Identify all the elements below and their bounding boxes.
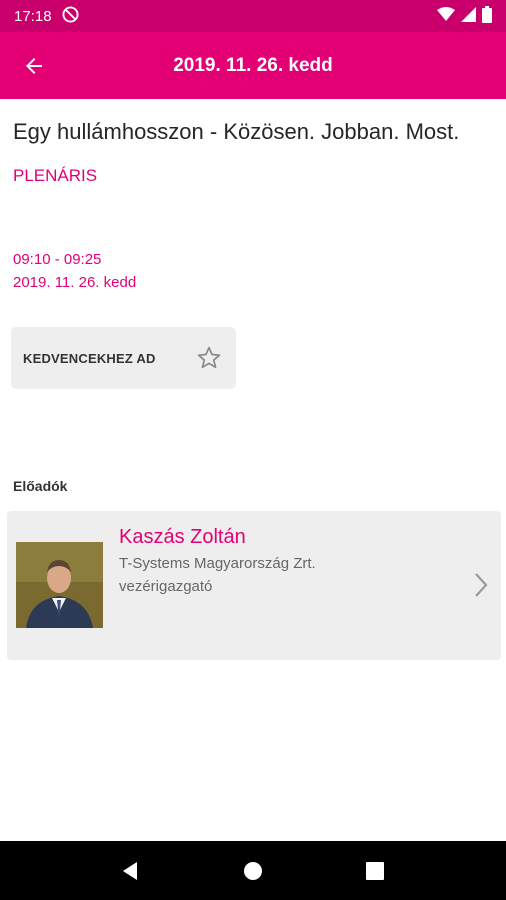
speaker-name: Kaszás Zoltán <box>119 526 246 548</box>
status-time: 17:18 <box>14 7 52 25</box>
app-bar: 2019. 11. 26. kedd <box>0 32 506 99</box>
chevron-right-icon <box>475 573 488 597</box>
home-circle-icon <box>244 861 262 880</box>
session-time-range: 09:10 - 09:25 <box>13 251 102 268</box>
arrow-left-icon <box>26 58 42 74</box>
nav-back-button[interactable] <box>111 851 151 891</box>
nav-recents-button[interactable] <box>355 851 395 891</box>
speaker-card[interactable]: Kaszás Zoltán T-Systems Magyarország Zrt… <box>7 511 501 660</box>
nav-home-button[interactable] <box>233 851 273 891</box>
status-bar: 17:18 <box>0 0 506 32</box>
star-outline-icon <box>197 346 221 369</box>
speakers-heading: Előadók <box>13 478 68 494</box>
session-time-block: 09:10 - 09:25 2019. 11. 26. kedd <box>13 248 136 294</box>
wifi-icon <box>437 6 455 26</box>
add-to-favorites-button[interactable]: KEDVENCEKHEZ AD <box>11 327 236 389</box>
back-button[interactable] <box>14 47 54 85</box>
status-icons <box>437 5 492 27</box>
back-triangle-icon <box>123 861 137 880</box>
session-type: PLENÁRIS <box>13 166 98 185</box>
battery-icon <box>482 5 492 27</box>
speaker-role: vezérigazgató <box>119 578 213 595</box>
speaker-avatar <box>16 542 103 628</box>
add-to-favorites-label: KEDVENCEKHEZ AD <box>23 350 156 366</box>
page-title: 2019. 11. 26. kedd <box>173 54 333 76</box>
system-nav-bar <box>0 841 506 900</box>
no-disturb-icon <box>62 5 79 27</box>
recents-square-icon <box>366 861 384 880</box>
session-date: 2019. 11. 26. kedd <box>13 274 137 291</box>
signal-icon <box>461 6 476 26</box>
session-title: Egy hullámhosszon - Közösen. Jobban. Mos… <box>13 119 460 144</box>
speaker-company: T-Systems Magyarország Zrt. <box>119 555 316 572</box>
